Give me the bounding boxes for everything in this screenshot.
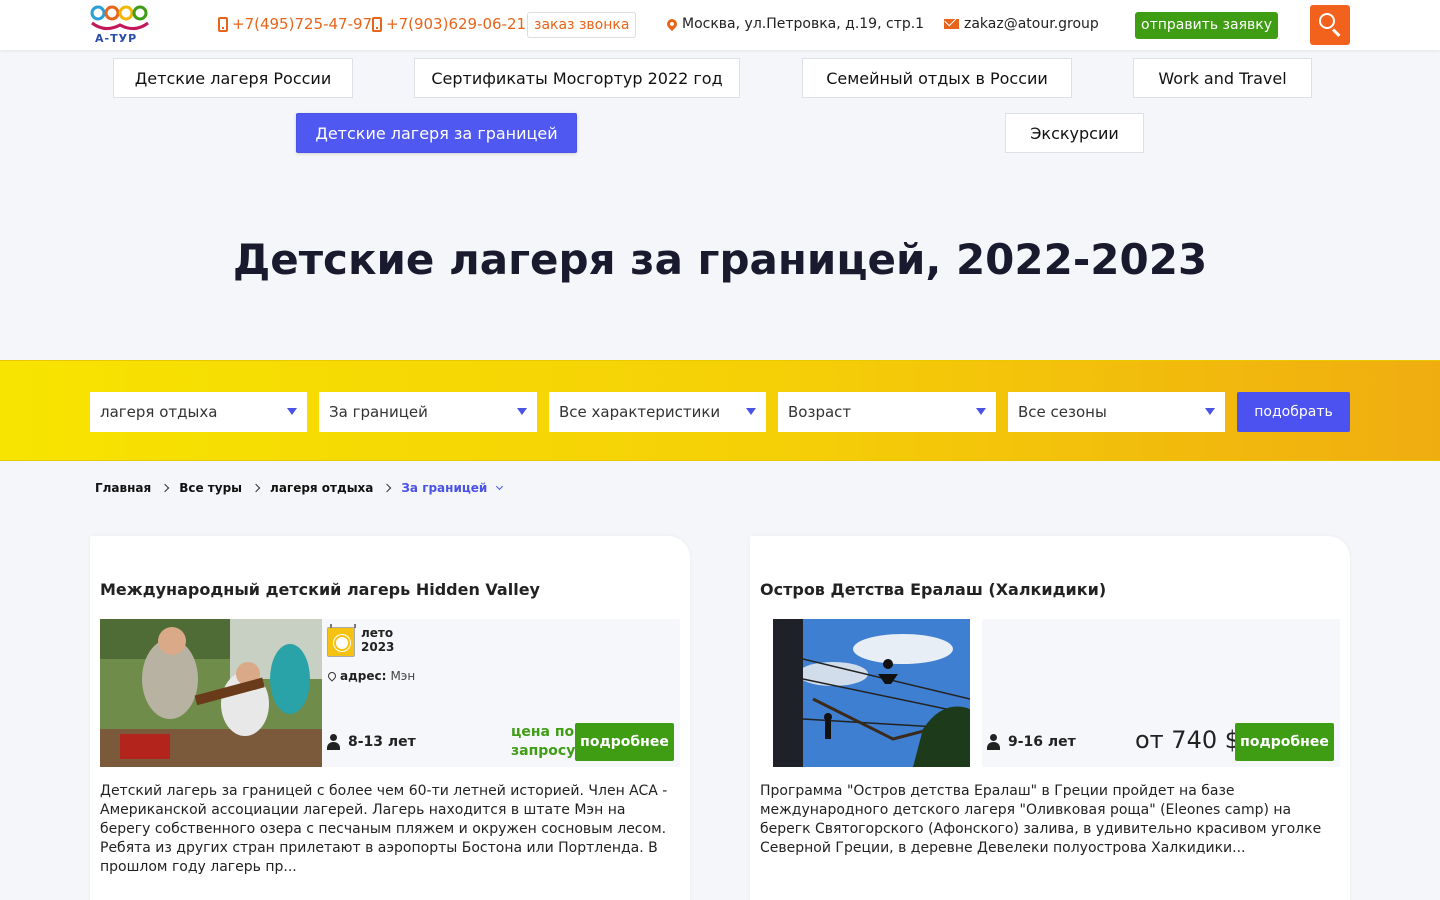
season-select-value: Все сезоны xyxy=(1018,403,1107,421)
pick-button[interactable]: подобрать xyxy=(1237,392,1350,432)
phone-link-1[interactable]: +7(495)725-47-97 xyxy=(218,15,372,33)
features-select[interactable]: Все характеристики xyxy=(549,392,766,432)
nav-kids-camps-russia[interactable]: Детские лагеря России xyxy=(113,58,353,98)
mail-icon xyxy=(944,19,959,29)
send-request-button[interactable]: отправить заявку xyxy=(1135,12,1278,39)
tour-card-title[interactable]: Международный детский лагерь Hidden Vall… xyxy=(100,580,540,599)
phone-icon xyxy=(372,16,382,32)
breadcrumb-all-tours[interactable]: Все туры xyxy=(179,481,242,495)
address-label: адрес: xyxy=(340,669,387,683)
tour-card: Остров Детства Ералаш (Халкидики) 9-16 л… xyxy=(750,536,1350,900)
nav-family-rest-russia[interactable]: Семейный отдых в России xyxy=(802,58,1072,98)
tour-card: Международный детский лагерь Hidden Vall… xyxy=(90,536,690,900)
map-pin-icon xyxy=(664,16,680,32)
age-select[interactable]: Возраст xyxy=(778,392,996,432)
caret-down-icon xyxy=(746,408,756,415)
email-link[interactable]: zakaz@atour.group xyxy=(944,16,1099,32)
filter-bar: лагеря отдыха За границей Все характерис… xyxy=(0,360,1440,461)
caret-down-icon xyxy=(287,408,297,415)
tour-card-description: Детский лагерь за границей с более чем 6… xyxy=(100,783,668,875)
breadcrumb-home[interactable]: Главная xyxy=(95,481,151,495)
age-select-value: Возраст xyxy=(788,403,852,421)
address-value: Мэн xyxy=(390,669,416,683)
tour-card-title[interactable]: Остров Детства Ералаш (Халкидики) xyxy=(760,580,1106,599)
breadcrumb-abroad[interactable]: За границей xyxy=(401,481,487,495)
features-select-value: Все характеристики xyxy=(559,403,721,421)
caret-down-icon xyxy=(1205,408,1215,415)
age-text: 8-13 лет xyxy=(348,734,416,750)
caret-down-icon xyxy=(976,408,986,415)
more-button[interactable]: подробнее xyxy=(575,723,674,761)
breadcrumb-camps[interactable]: лагеря отдыха xyxy=(270,481,373,495)
tour-card-description: Программа "Остров детства Ералаш" в Грец… xyxy=(760,783,1322,856)
nav-mosgortur-certificates[interactable]: Сертификаты Мосгортур 2022 год xyxy=(414,58,740,98)
region-select-value: За границей xyxy=(329,403,428,421)
tour-address: адрес: Мэн xyxy=(326,669,416,683)
office-address: Москва, ул.Петровка, д.19, стр.1 xyxy=(664,16,925,32)
type-select[interactable]: лагеря отдыха xyxy=(90,392,307,432)
tour-card-photo[interactable] xyxy=(773,619,970,767)
tour-age: 9-16 лет xyxy=(987,734,1076,750)
season-select[interactable]: Все сезоны xyxy=(1008,392,1225,432)
nav-work-and-travel[interactable]: Work and Travel xyxy=(1133,58,1312,98)
summer-season-icon xyxy=(327,624,356,657)
phone-number-2: +7(903)629-06-21 xyxy=(386,15,527,33)
caret-down-icon xyxy=(517,408,527,415)
logo-text: А-ТУР xyxy=(95,32,138,45)
phone-icon xyxy=(218,16,228,32)
person-icon xyxy=(327,734,340,750)
person-icon xyxy=(987,734,1000,750)
nav-excursions[interactable]: Экскурсии xyxy=(1005,113,1144,153)
map-pin-icon xyxy=(326,670,338,682)
chevron-down-icon[interactable] xyxy=(496,482,504,491)
type-select-value: лагеря отдыха xyxy=(100,403,218,421)
address-text: Москва, ул.Петровка, д.19, стр.1 xyxy=(682,16,925,32)
search-button[interactable] xyxy=(1310,5,1350,45)
callback-button[interactable]: заказ звонка xyxy=(527,12,637,38)
tour-card-photo[interactable] xyxy=(100,619,322,767)
search-icon xyxy=(1319,13,1335,29)
more-button[interactable]: подробнее xyxy=(1235,723,1334,761)
price-on-request: цена по запросу xyxy=(511,724,576,759)
nav-kids-camps-abroad[interactable]: Детские лагеря за границей xyxy=(296,113,577,153)
chevron-right-icon xyxy=(160,483,170,493)
email-text: zakaz@atour.group xyxy=(964,16,1099,32)
phone-link-2[interactable]: +7(903)629-06-21 xyxy=(372,15,526,33)
phone-number-1: +7(495)725-47-97 xyxy=(232,15,373,33)
chevron-right-icon xyxy=(383,483,392,493)
region-select[interactable]: За границей xyxy=(319,392,537,432)
chevron-right-icon xyxy=(251,483,261,493)
age-text: 9-16 лет xyxy=(1008,734,1076,750)
tour-age: 8-13 лет xyxy=(327,734,416,750)
page-title: Детские лагеря за границей, 2022-2023 xyxy=(232,235,1208,284)
site-header: А-ТУР +7(495)725-47-97 +7(903)629-06-21 … xyxy=(0,0,1440,50)
season-label: лето 2023 xyxy=(361,626,395,654)
tour-price: от 740 $ xyxy=(1135,726,1240,754)
breadcrumb: Главная Все туры лагеря отдыха За границ… xyxy=(95,481,504,495)
